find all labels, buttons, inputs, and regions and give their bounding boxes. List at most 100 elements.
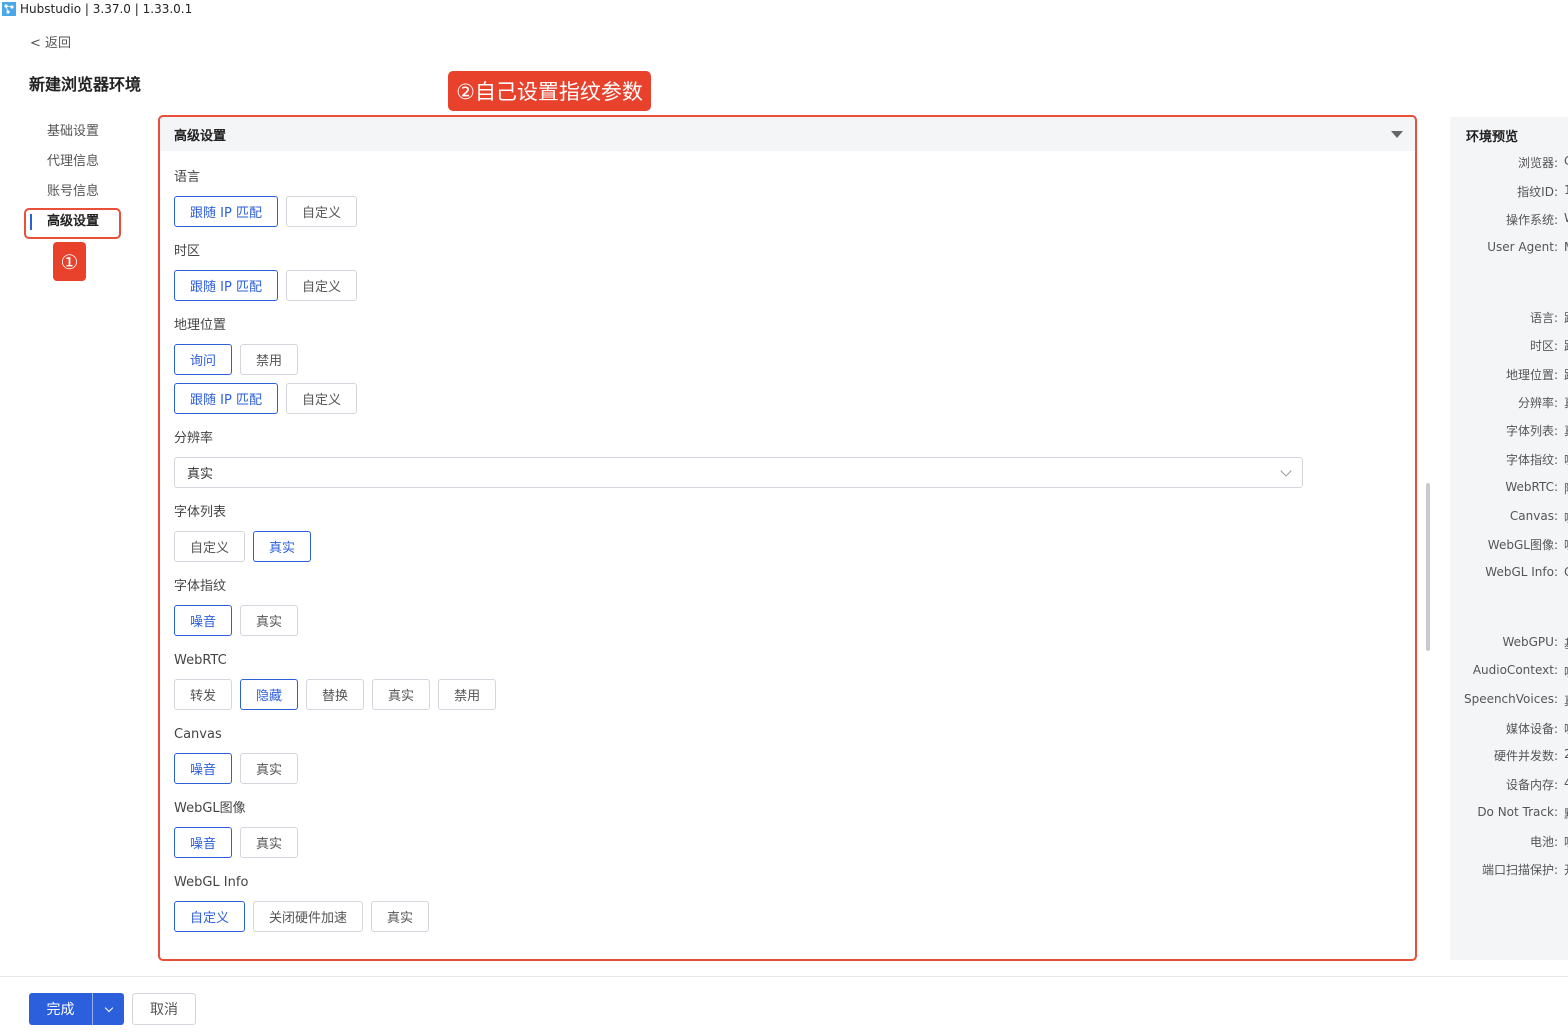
field-label: WebGL图像: [174, 801, 246, 816]
field-label: WebGL Info: [174, 875, 249, 890]
geo-option-follow-ip[interactable]: 跟随 IP 匹配: [174, 383, 278, 414]
preview-value: 开: [1564, 861, 1568, 878]
webrtc-option-forward[interactable]: 转发: [174, 679, 233, 710]
preview-key: 地理位置:: [1505, 368, 1558, 382]
footer: 完成 取消: [0, 976, 1568, 1033]
preview-title: 环境预览: [1466, 130, 1519, 145]
preview-value: 4: [1564, 776, 1568, 790]
preview-value: 噪: [1564, 833, 1568, 850]
field-label: Canvas: [174, 727, 222, 742]
preview-value: M: [1564, 240, 1568, 254]
webrtc-option-replace[interactable]: 替换: [306, 679, 365, 710]
field-font-list: 字体列表 自定义 真实: [174, 504, 1401, 562]
annotation-highlight-nav: [24, 208, 121, 239]
field-label: 字体列表: [174, 505, 227, 520]
done-dropdown-button[interactable]: [93, 993, 124, 1025]
page-title: 新建浏览器环境: [29, 75, 142, 94]
titlebar: Hubstudio | 3.37.0 | 1.33.0.1: [0, 0, 1568, 18]
canvas-option-real[interactable]: 真实: [240, 753, 299, 784]
preview-key: User Agent:: [1487, 240, 1558, 254]
preview-key: Do Not Track:: [1477, 805, 1558, 819]
done-button-group: 完成: [29, 993, 124, 1025]
panel-scrollbar[interactable]: [1426, 483, 1430, 651]
hubstudio-logo-icon: [2, 2, 16, 16]
field-label: 时区: [174, 244, 201, 259]
cancel-button[interactable]: 取消: [132, 993, 196, 1025]
preview-value: 1: [1564, 183, 1568, 197]
preview-key: 指纹ID:: [1517, 185, 1558, 199]
geo-option-ask[interactable]: 询问: [174, 344, 233, 375]
preview-key: 语言:: [1529, 311, 1558, 325]
field-label: 分辨率: [174, 431, 214, 446]
preview-value: 噪: [1564, 536, 1568, 553]
preview-value: 跟: [1564, 337, 1568, 354]
field-webgl-image: WebGL图像 噪音 真实: [174, 800, 1401, 858]
preview-key: 时区:: [1529, 339, 1558, 353]
field-webgl-info: WebGL Info 自定义 关闭硬件加速 真实: [174, 874, 1401, 932]
field-canvas: Canvas 噪音 真实: [174, 726, 1401, 784]
preview-value: 默: [1564, 805, 1568, 822]
preview-value: 噪: [1564, 509, 1568, 526]
webrtc-option-disable[interactable]: 禁用: [438, 679, 497, 710]
webgl-info-option-real[interactable]: 真实: [371, 901, 430, 932]
webrtc-option-real[interactable]: 真实: [372, 679, 431, 710]
preview-value: 2: [1564, 747, 1568, 761]
canvas-option-noise[interactable]: 噪音: [174, 753, 233, 784]
preview-key: 媒体设备:: [1505, 722, 1558, 736]
panel-title: 高级设置: [174, 128, 227, 144]
preview-key: 电池:: [1529, 835, 1558, 849]
field-label: WebRTC: [174, 653, 227, 668]
preview-key: 浏览器:: [1517, 156, 1558, 170]
preview-key: 分辨率:: [1517, 396, 1558, 410]
font-fp-option-noise[interactable]: 噪音: [174, 605, 233, 636]
advanced-settings-panel: 高级设置 语言 跟随 IP 匹配 自定义 时区 跟随 IP 匹配 自定义 地理位…: [160, 117, 1415, 959]
preview-key: 操作系统:: [1505, 213, 1558, 227]
webgl-image-option-noise[interactable]: 噪音: [174, 827, 233, 858]
geo-option-custom[interactable]: 自定义: [285, 383, 357, 414]
preview-value: 噪: [1564, 720, 1568, 737]
preview-key: WebGL Info:: [1485, 565, 1558, 579]
preview-value: 真: [1564, 394, 1568, 411]
preview-value: 跟: [1564, 366, 1568, 383]
font-fp-option-real[interactable]: 真实: [240, 605, 299, 636]
language-option-custom[interactable]: 自定义: [285, 196, 357, 227]
preview-key: 硬件并发数:: [1493, 749, 1558, 763]
field-timezone: 时区 跟随 IP 匹配 自定义: [174, 243, 1401, 301]
preview-key: Canvas:: [1509, 509, 1558, 523]
font-list-option-real[interactable]: 真实: [253, 531, 312, 562]
webgl-info-option-custom[interactable]: 自定义: [174, 901, 246, 932]
panel-header[interactable]: 高级设置: [160, 117, 1415, 151]
chevron-down-icon: [104, 1003, 113, 1012]
preview-key: 字体指纹:: [1505, 453, 1558, 467]
nav-item-basic[interactable]: 基础设置: [30, 118, 130, 148]
webgl-image-option-real[interactable]: 真实: [240, 827, 299, 858]
font-list-option-custom[interactable]: 自定义: [174, 531, 246, 562]
webgl-info-option-disable-hw-accel[interactable]: 关闭硬件加速: [253, 901, 364, 932]
preview-key: 字体列表:: [1505, 424, 1558, 438]
resolution-select-value: 真实: [187, 467, 214, 482]
preview-key: 端口扫描保护:: [1481, 863, 1558, 877]
preview-value: 真: [1564, 422, 1568, 439]
timezone-option-follow-ip[interactable]: 跟随 IP 匹配: [174, 270, 278, 301]
nav-item-proxy[interactable]: 代理信息: [30, 148, 130, 178]
preview-key: AudioContext:: [1472, 663, 1558, 677]
geo-option-disable[interactable]: 禁用: [240, 344, 299, 375]
preview-key: WebGPU:: [1502, 635, 1558, 649]
language-option-follow-ip[interactable]: 跟随 IP 匹配: [174, 196, 278, 227]
webrtc-option-hide[interactable]: 隐藏: [240, 679, 299, 710]
done-button[interactable]: 完成: [29, 993, 92, 1025]
preview-value: C: [1564, 154, 1568, 168]
resolution-select[interactable]: 真实: [174, 457, 1303, 488]
timezone-option-custom[interactable]: 自定义: [285, 270, 357, 301]
preview-key: SpeenchVoices:: [1463, 692, 1558, 706]
preview-value: 噪: [1564, 451, 1568, 468]
collapse-caret-icon[interactable]: [1391, 130, 1403, 138]
nav-item-account[interactable]: 账号信息: [30, 178, 130, 208]
field-language: 语言 跟随 IP 匹配 自定义: [174, 169, 1401, 227]
field-geolocation: 地理位置 询问 禁用 跟随 IP 匹配 自定义: [174, 317, 1401, 414]
field-label: 语言: [174, 170, 201, 185]
field-label: 字体指纹: [174, 579, 227, 594]
back-link[interactable]: < 返回: [30, 32, 71, 51]
field-label: 地理位置: [174, 318, 227, 333]
preview-key: WebRTC:: [1505, 480, 1558, 494]
